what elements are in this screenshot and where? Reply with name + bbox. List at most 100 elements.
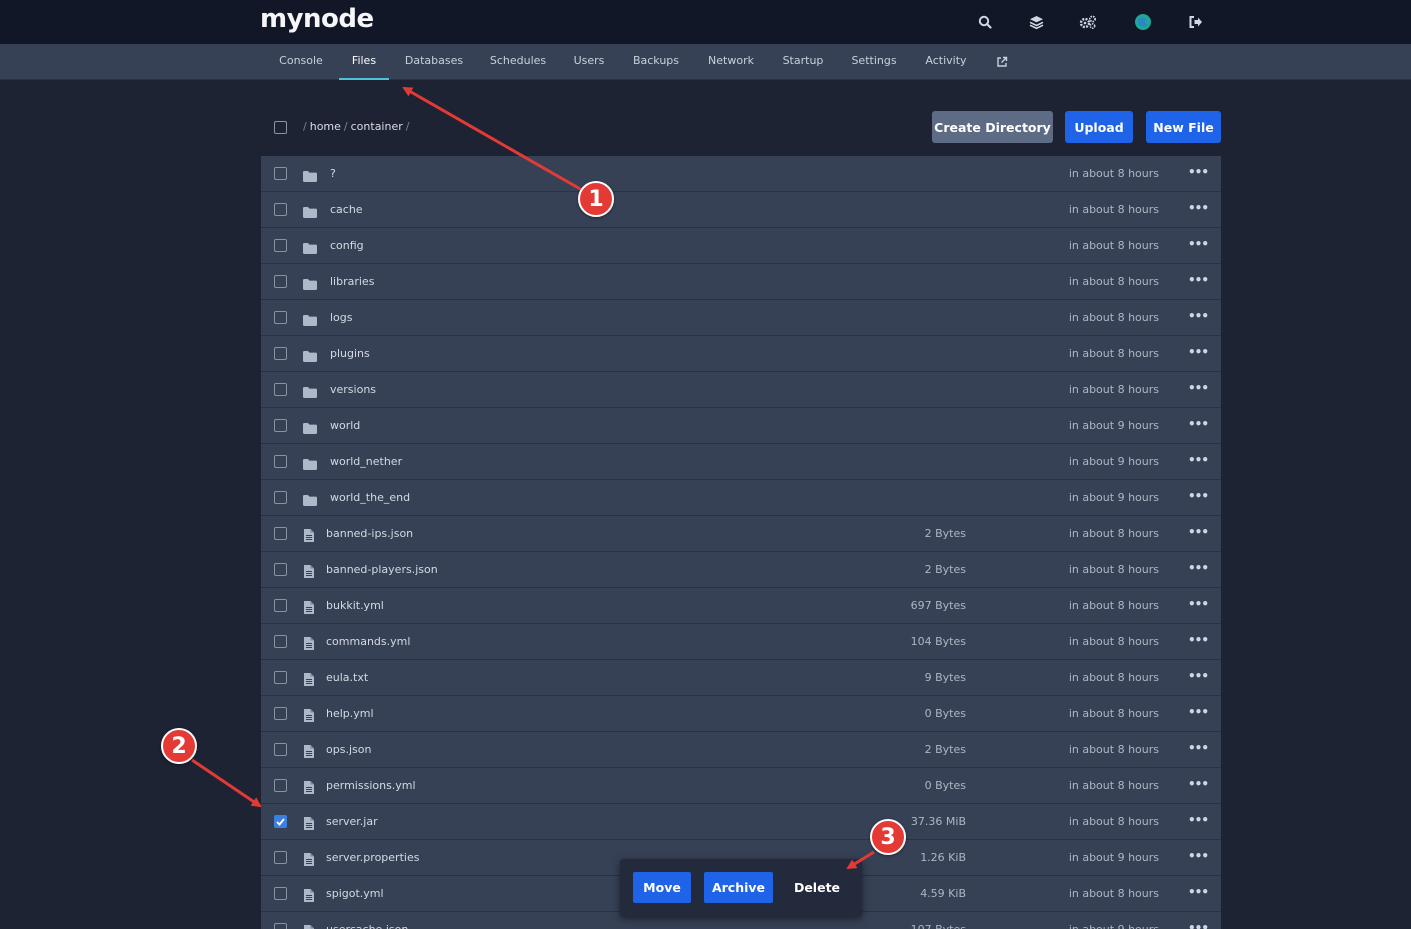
row-checkbox[interactable] bbox=[274, 779, 287, 792]
select-all-checkbox[interactable] bbox=[274, 121, 287, 134]
row-checkbox[interactable] bbox=[274, 743, 287, 756]
external-link-icon[interactable] bbox=[992, 44, 1012, 80]
more-options-icon[interactable]: ••• bbox=[1188, 165, 1209, 179]
row-checkbox[interactable] bbox=[274, 167, 287, 180]
file-row[interactable]: versions in about 8 hours ••• bbox=[261, 372, 1221, 408]
row-checkbox[interactable] bbox=[274, 671, 287, 684]
row-checkbox[interactable] bbox=[274, 311, 287, 324]
row-checkbox[interactable] bbox=[274, 347, 287, 360]
file-row[interactable]: ops.json 2 Bytes in about 8 hours ••• bbox=[261, 732, 1221, 768]
file-name[interactable]: plugins bbox=[330, 347, 370, 360]
row-checkbox[interactable] bbox=[274, 815, 287, 828]
file-row[interactable]: server.jar 37.36 MiB in about 8 hours ••• bbox=[261, 804, 1221, 840]
row-checkbox[interactable] bbox=[274, 419, 287, 432]
breadcrumb-home[interactable]: home bbox=[310, 120, 341, 133]
file-name[interactable]: world_nether bbox=[330, 455, 402, 468]
sign-out-icon[interactable] bbox=[1185, 12, 1205, 32]
file-row[interactable]: permissions.yml 0 Bytes in about 8 hours ••… bbox=[261, 768, 1221, 804]
row-checkbox[interactable] bbox=[274, 275, 287, 288]
row-checkbox[interactable] bbox=[274, 599, 287, 612]
file-name[interactable]: logs bbox=[330, 311, 353, 324]
file-row[interactable]: banned-players.json 2 Bytes in about 8 hou… bbox=[261, 552, 1221, 588]
file-row[interactable]: world_the_end in about 9 hours ••• bbox=[261, 480, 1221, 516]
row-checkbox[interactable] bbox=[274, 851, 287, 864]
more-options-icon[interactable]: ••• bbox=[1188, 453, 1209, 467]
more-options-icon[interactable]: ••• bbox=[1188, 309, 1209, 323]
row-checkbox[interactable] bbox=[274, 203, 287, 216]
file-row[interactable]: commands.yml 104 Bytes in about 8 hours ••• bbox=[261, 624, 1221, 660]
file-row[interactable]: banned-ips.json 2 Bytes in about 8 hours ••… bbox=[261, 516, 1221, 552]
file-name[interactable]: commands.yml bbox=[326, 635, 410, 648]
more-options-icon[interactable]: ••• bbox=[1188, 381, 1209, 395]
more-options-icon[interactable]: ••• bbox=[1188, 921, 1209, 929]
tab-network[interactable]: Network bbox=[699, 44, 763, 80]
more-options-icon[interactable]: ••• bbox=[1188, 561, 1209, 575]
row-checkbox[interactable] bbox=[274, 635, 287, 648]
file-row[interactable]: cache in about 8 hours ••• bbox=[261, 192, 1221, 228]
file-name[interactable]: banned-ips.json bbox=[326, 527, 413, 540]
more-options-icon[interactable]: ••• bbox=[1188, 273, 1209, 287]
row-checkbox[interactable] bbox=[274, 527, 287, 540]
file-row[interactable]: config in about 8 hours ••• bbox=[261, 228, 1221, 264]
file-name[interactable]: help.yml bbox=[326, 707, 374, 720]
breadcrumb-container[interactable]: container bbox=[351, 120, 403, 133]
file-name[interactable]: spigot.yml bbox=[326, 887, 384, 900]
tab-users[interactable]: Users bbox=[566, 44, 612, 80]
search-icon[interactable] bbox=[975, 12, 995, 32]
more-options-icon[interactable]: ••• bbox=[1188, 633, 1209, 647]
tab-schedules[interactable]: Schedules bbox=[482, 44, 554, 80]
cogs-icon[interactable] bbox=[1078, 12, 1098, 32]
file-name[interactable]: banned-players.json bbox=[326, 563, 438, 576]
file-name[interactable]: world bbox=[330, 419, 360, 432]
file-name[interactable]: cache bbox=[330, 203, 363, 216]
row-checkbox[interactable] bbox=[274, 239, 287, 252]
file-row[interactable]: ? in about 8 hours ••• bbox=[261, 156, 1221, 192]
more-options-icon[interactable]: ••• bbox=[1188, 417, 1209, 431]
more-options-icon[interactable]: ••• bbox=[1188, 345, 1209, 359]
delete-button[interactable]: Delete bbox=[786, 872, 848, 903]
layers-icon[interactable] bbox=[1026, 12, 1046, 32]
file-row[interactable]: world in about 9 hours ••• bbox=[261, 408, 1221, 444]
row-checkbox[interactable] bbox=[274, 491, 287, 504]
new-file-button[interactable]: New File bbox=[1146, 111, 1221, 143]
more-options-icon[interactable]: ••• bbox=[1188, 489, 1209, 503]
more-options-icon[interactable]: ••• bbox=[1188, 777, 1209, 791]
file-name[interactable]: eula.txt bbox=[326, 671, 368, 684]
file-row[interactable]: plugins in about 8 hours ••• bbox=[261, 336, 1221, 372]
tab-backups[interactable]: Backups bbox=[625, 44, 687, 80]
file-row[interactable]: eula.txt 9 Bytes in about 8 hours ••• bbox=[261, 660, 1221, 696]
row-checkbox[interactable] bbox=[274, 887, 287, 900]
row-checkbox[interactable] bbox=[274, 563, 287, 576]
more-options-icon[interactable]: ••• bbox=[1188, 813, 1209, 827]
more-options-icon[interactable]: ••• bbox=[1188, 741, 1209, 755]
create-directory-button[interactable]: Create Directory bbox=[932, 111, 1053, 143]
tab-activity[interactable]: Activity bbox=[918, 44, 974, 80]
tab-settings[interactable]: Settings bbox=[844, 44, 904, 80]
more-options-icon[interactable]: ••• bbox=[1188, 669, 1209, 683]
file-name[interactable]: world_the_end bbox=[330, 491, 410, 504]
file-name[interactable]: permissions.yml bbox=[326, 779, 416, 792]
row-checkbox[interactable] bbox=[274, 455, 287, 468]
file-name[interactable]: server.properties bbox=[326, 851, 419, 864]
logo[interactable]: mynode bbox=[260, 4, 374, 34]
more-options-icon[interactable]: ••• bbox=[1188, 597, 1209, 611]
tab-console[interactable]: Console bbox=[270, 44, 332, 80]
file-row[interactable]: libraries in about 8 hours ••• bbox=[261, 264, 1221, 300]
more-options-icon[interactable]: ••• bbox=[1188, 237, 1209, 251]
file-name[interactable]: usercache.json bbox=[326, 923, 408, 929]
more-options-icon[interactable]: ••• bbox=[1188, 849, 1209, 863]
tab-files[interactable]: Files bbox=[339, 44, 389, 80]
file-row[interactable]: help.yml 0 Bytes in about 8 hours ••• bbox=[261, 696, 1221, 732]
archive-button[interactable]: Archive bbox=[704, 872, 773, 903]
row-checkbox[interactable] bbox=[274, 383, 287, 396]
file-name[interactable]: bukkit.yml bbox=[326, 599, 384, 612]
file-row[interactable]: bukkit.yml 697 Bytes in about 8 hours ••• bbox=[261, 588, 1221, 624]
file-name[interactable]: libraries bbox=[330, 275, 374, 288]
move-button[interactable]: Move bbox=[633, 872, 691, 903]
file-name[interactable]: config bbox=[330, 239, 364, 252]
avatar[interactable] bbox=[1133, 12, 1153, 32]
file-row[interactable]: logs in about 8 hours ••• bbox=[261, 300, 1221, 336]
file-name[interactable]: ? bbox=[330, 167, 336, 180]
more-options-icon[interactable]: ••• bbox=[1188, 705, 1209, 719]
upload-button[interactable]: Upload bbox=[1065, 111, 1133, 143]
